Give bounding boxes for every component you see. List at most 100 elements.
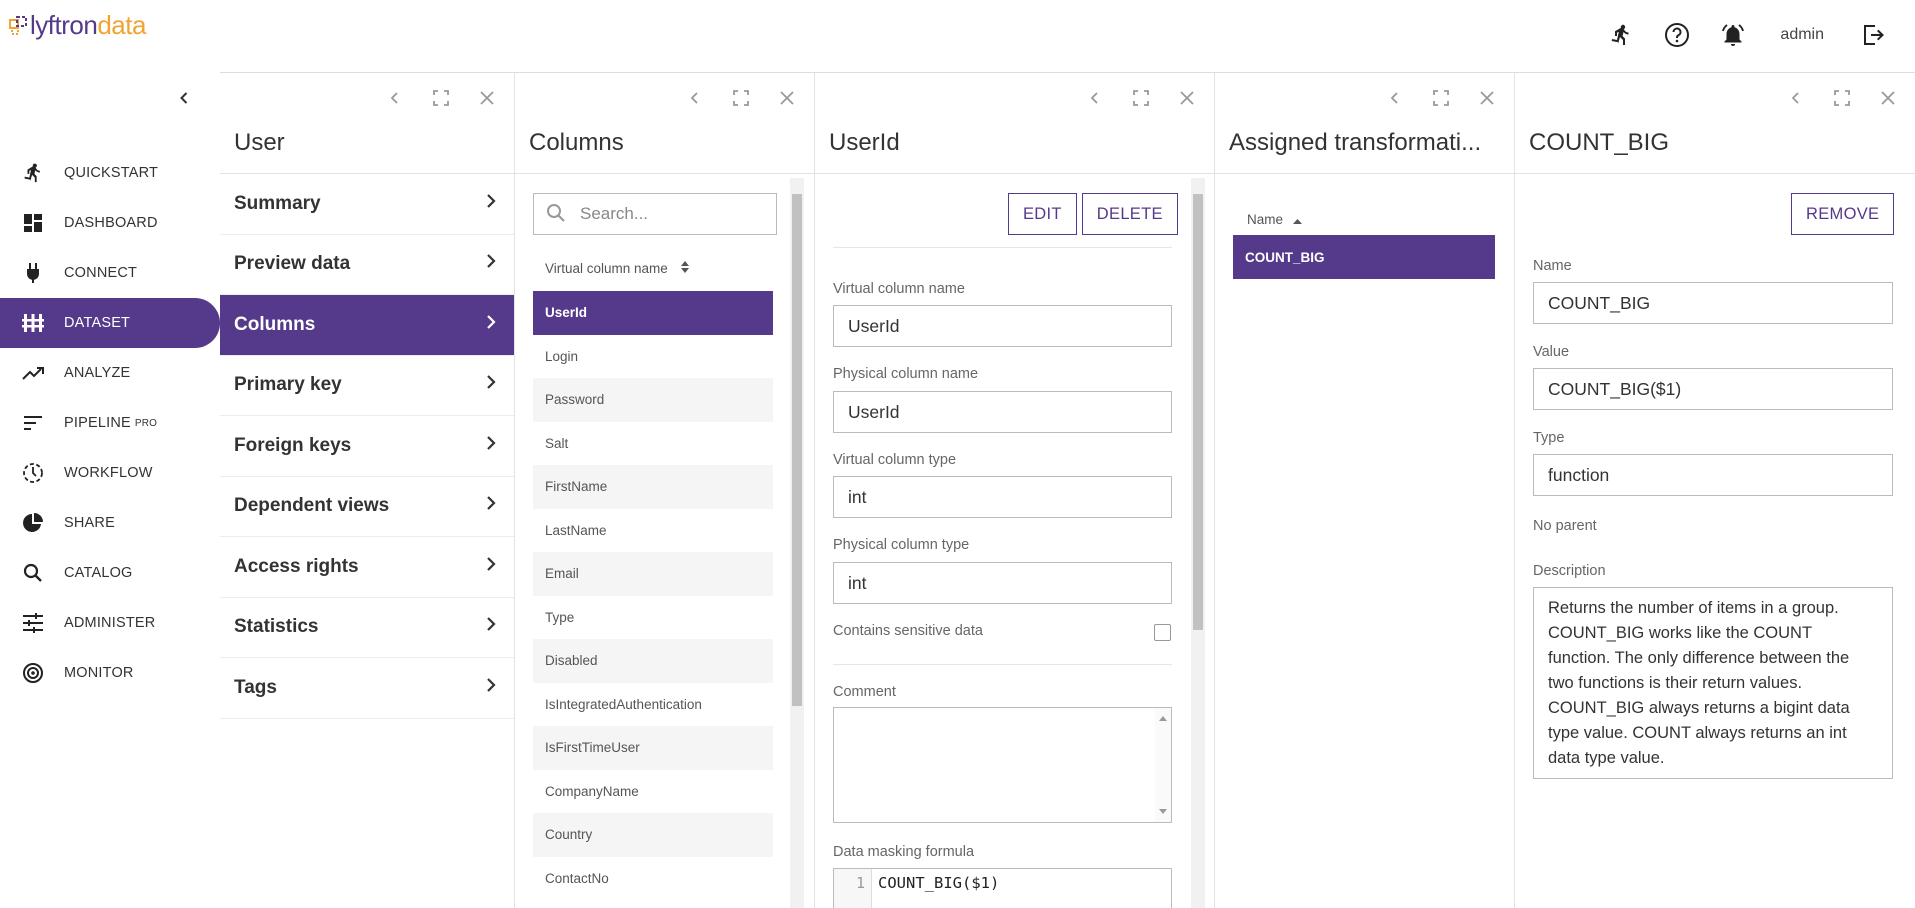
maximize-icon[interactable] xyxy=(1430,87,1452,109)
chevron-left-icon[interactable] xyxy=(684,87,706,109)
scroll-thumb[interactable] xyxy=(792,194,802,706)
sidebar-item-administer[interactable]: ADMINISTER xyxy=(0,598,220,648)
transformations-body: Name COUNT_BIG xyxy=(1215,173,1514,908)
notifications-bell-icon[interactable] xyxy=(1716,18,1750,52)
column-header-sort[interactable]: Virtual column name xyxy=(545,260,690,277)
masking-label: Data masking formula xyxy=(833,844,975,860)
column-detail-form: EDIT DELETE Virtual column name UserId P… xyxy=(815,173,1214,908)
sidebar-item-catalog[interactable]: CATALOG xyxy=(0,548,220,598)
search-icon xyxy=(20,560,46,586)
maximize-icon[interactable] xyxy=(730,87,752,109)
close-icon[interactable] xyxy=(1877,87,1899,109)
collapse-sidebar-icon[interactable] xyxy=(172,86,196,110)
value-field[interactable]: COUNT_BIG($1) xyxy=(1533,368,1893,410)
virtual-type-field[interactable]: int xyxy=(833,476,1172,518)
sidebar-item-pipeline[interactable]: PIPELINE PRO xyxy=(0,398,220,448)
sidebar-item-monitor[interactable]: MONITOR xyxy=(0,648,220,698)
username[interactable]: admin xyxy=(1780,26,1824,44)
list-item[interactable]: Country xyxy=(533,813,773,857)
scroll-down-icon[interactable] xyxy=(1159,809,1167,815)
logo[interactable]: lyftrondata xyxy=(8,10,146,41)
list-item[interactable]: IsFirstTimeUser xyxy=(533,726,773,770)
sensitive-checkbox[interactable] xyxy=(1154,624,1171,641)
menu-item-statistics[interactable]: Statistics xyxy=(220,598,514,658)
menu-label: Columns xyxy=(234,313,316,335)
list-item[interactable]: CompanyName xyxy=(533,770,773,814)
name-column-header[interactable]: Name xyxy=(1247,212,1303,227)
search-input[interactable] xyxy=(580,204,750,224)
sidebar-item-dashboard[interactable]: DASHBOARD xyxy=(0,198,220,248)
menu-item-primary-key[interactable]: Primary key xyxy=(220,356,514,416)
column-search[interactable] xyxy=(533,193,777,235)
textarea-scrollbar[interactable] xyxy=(1155,708,1171,822)
maximize-icon[interactable] xyxy=(430,87,452,109)
sidebar-item-label: PIPELINE xyxy=(64,415,131,431)
menu-item-dependent-views[interactable]: Dependent views xyxy=(220,477,514,537)
list-item[interactable]: Login xyxy=(533,335,773,379)
close-icon[interactable] xyxy=(1176,87,1198,109)
sidebar-item-analyze[interactable]: ANALYZE xyxy=(0,348,220,398)
panel-user: User Summary Preview data Columns Primar… xyxy=(220,73,515,908)
masking-formula-editor[interactable]: 1 COUNT_BIG($1) xyxy=(833,868,1172,908)
divider xyxy=(833,247,1172,248)
chevron-left-icon[interactable] xyxy=(384,87,406,109)
masking-formula-code[interactable]: COUNT_BIG($1) xyxy=(872,869,999,908)
edit-button[interactable]: EDIT xyxy=(1008,193,1077,235)
close-icon[interactable] xyxy=(776,87,798,109)
chevron-left-icon[interactable] xyxy=(1084,87,1106,109)
list-item[interactable]: Password xyxy=(533,378,773,422)
help-icon[interactable] xyxy=(1660,18,1694,52)
sidebar-item-connect[interactable]: CONNECT xyxy=(0,248,220,298)
delete-button[interactable]: DELETE xyxy=(1081,193,1178,235)
menu-item-summary[interactable]: Summary xyxy=(220,174,514,235)
pipeline-icon xyxy=(20,410,46,436)
scroll-up-icon[interactable] xyxy=(1159,715,1167,721)
virtual-name-field[interactable]: UserId xyxy=(833,305,1172,347)
menu-item-preview-data[interactable]: Preview data xyxy=(220,235,514,295)
menu-item-foreign-keys[interactable]: Foreign keys xyxy=(220,416,514,477)
description-text[interactable]: Returns the number of items in a group. … xyxy=(1533,587,1893,779)
maximize-icon[interactable] xyxy=(1130,87,1152,109)
physical-type-field[interactable]: int xyxy=(833,562,1172,604)
menu-item-tags[interactable]: Tags xyxy=(220,658,514,719)
list-item[interactable]: LastName xyxy=(533,509,773,553)
sidebar-item-label: CONNECT xyxy=(64,265,138,281)
chevron-left-icon[interactable] xyxy=(1384,87,1406,109)
header-actions: admin xyxy=(1582,18,1890,52)
sidebar-item-workflow[interactable]: WORKFLOW xyxy=(0,448,220,498)
list-item[interactable]: Salt xyxy=(533,422,773,466)
scroll-thumb[interactable] xyxy=(1193,194,1203,630)
maximize-icon[interactable] xyxy=(1831,87,1853,109)
list-item[interactable]: FirstName xyxy=(533,465,773,509)
list-item[interactable]: ContactNo xyxy=(533,857,773,901)
name-field[interactable]: COUNT_BIG xyxy=(1533,282,1893,324)
comment-textarea[interactable] xyxy=(833,707,1172,823)
remove-button[interactable]: REMOVE xyxy=(1791,193,1895,235)
detail-scrollbar[interactable] xyxy=(1191,178,1205,908)
columns-scrollbar[interactable] xyxy=(790,178,804,908)
list-item[interactable]: UserId xyxy=(533,291,773,335)
sidebar-item-share[interactable]: SHARE xyxy=(0,498,220,548)
type-field[interactable]: function xyxy=(1533,454,1893,496)
close-icon[interactable] xyxy=(1476,87,1498,109)
physical-type-label: Physical column type xyxy=(833,537,970,553)
sidebar-item-quickstart[interactable]: QUICKSTART xyxy=(0,148,220,198)
list-item[interactable]: Disabled xyxy=(533,639,773,683)
chevron-right-icon xyxy=(486,374,496,396)
quickstart-runner-icon[interactable] xyxy=(1604,18,1638,52)
list-item[interactable]: IsIntegratedAuthentication xyxy=(533,683,773,727)
panel-column-detail: UserId EDIT DELETE Virtual column name U… xyxy=(815,73,1215,908)
table-row[interactable]: COUNT_BIG xyxy=(1233,235,1495,279)
sidebar-item-dataset[interactable]: DATASET xyxy=(0,298,220,348)
logout-icon[interactable] xyxy=(1856,18,1890,52)
value-label: Value xyxy=(1533,344,1570,360)
chevron-right-icon xyxy=(486,616,496,638)
chevron-right-icon xyxy=(486,556,496,578)
menu-item-access-rights[interactable]: Access rights xyxy=(220,537,514,598)
list-item[interactable]: Type xyxy=(533,596,773,640)
physical-name-field[interactable]: UserId xyxy=(833,391,1172,433)
chevron-left-icon[interactable] xyxy=(1785,87,1807,109)
menu-item-columns[interactable]: Columns xyxy=(220,295,514,356)
list-item[interactable]: Email xyxy=(533,552,773,596)
close-icon[interactable] xyxy=(476,87,498,109)
